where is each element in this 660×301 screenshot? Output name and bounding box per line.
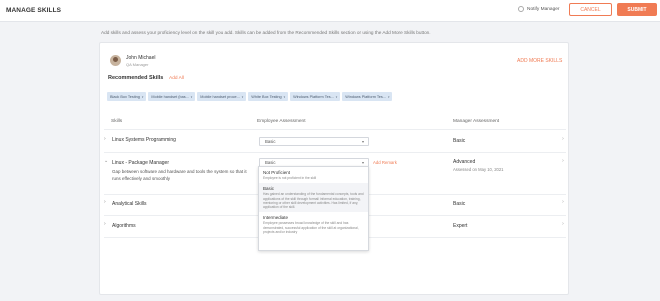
employee-level-dropdown: Not Proficient Employee is not proficien… [258,166,369,251]
chevron-right-icon[interactable]: › [562,136,564,142]
manager-level: Basic [453,201,466,207]
option-description: Has gained an understanding of the funda… [263,192,364,210]
caret-down-icon: ▾ [361,160,364,165]
skill-chip[interactable]: Mobile handset proce... ▾ [197,92,247,101]
skill-chip[interactable]: Mobile handset (bas... ▾ [148,92,196,101]
skill-chip[interactable]: White Box Testing ▾ [248,92,289,101]
option-title: Basic [263,186,275,192]
avatar [110,55,121,66]
option-description: Employee is not proficient in the skill [263,176,317,180]
recommended-skills-title: Recommended Skills [108,75,164,81]
employee-name: John Michael [126,55,156,61]
employee-role: QA Manager [126,62,149,67]
chevron-right-icon[interactable]: › [562,221,564,227]
chevron-down-icon[interactable]: ⌄ [104,158,108,164]
chevron-down-icon: ▾ [190,94,193,99]
notify-manager-toggle[interactable]: Notify Manager [518,6,560,12]
chevron-right-icon[interactable]: › [104,136,106,142]
option-description: Employee possesses broad knowledge of th… [263,221,359,235]
skill-name: Linux - Package Manager [112,160,169,166]
submit-button[interactable]: SUBMIT [617,3,657,16]
notify-checkbox[interactable] [518,6,524,12]
top-bar: MANAGE SKILLS Notify Manager CANCEL SUBM… [0,0,660,22]
chevron-right-icon[interactable]: › [562,158,564,164]
skill-name: Algorithms [112,223,136,229]
add-more-skills-button[interactable]: ADD MORE SKILLS [517,58,562,64]
recommended-chips: Black Box Testing ▾ Mobile handset (bas..… [107,92,393,101]
manager-level: Expert [453,223,468,229]
employee-assessment-header: Employee Assessment [257,119,306,124]
skill-chip[interactable]: Windows Platform Tes... ▾ [290,92,341,101]
manager-assessment-header: Manager Assessment [453,119,500,124]
skills-column-header: Skills [111,119,123,124]
chevron-down-icon: ▾ [387,94,390,99]
option-title: Not Proficient [263,170,291,175]
chevron-down-icon: ▾ [283,94,286,99]
chevron-down-icon: ▾ [141,94,144,99]
option-title: Intermediate [263,215,289,221]
manager-assessed-date: Assessed on May 10, 2021 [453,167,504,172]
skill-name: Analytical Skills [112,201,147,207]
dropdown-option[interactable]: Intermediate Employee possesses broad kn… [259,212,368,237]
caret-down-icon: ▾ [361,139,364,144]
cancel-button[interactable]: CANCEL [569,3,612,16]
intro-text: Add skills and assess your proficiency l… [101,30,431,35]
skill-description: Gap between software and hardware and to… [112,169,247,181]
chevron-right-icon[interactable]: › [562,199,564,205]
manager-level: Advanced [453,159,476,165]
skill-chip[interactable]: Black Box Testing ▾ [107,92,147,101]
dropdown-option[interactable]: Basic Has gained an understanding of the… [259,183,368,213]
dropdown-option[interactable]: Not Proficient Employee is not proficien… [259,167,368,183]
skill-name: Linux Systems Programming [112,137,176,143]
row-divider [104,152,566,153]
add-remark-link[interactable]: Add Remark [373,160,397,165]
page-title: MANAGE SKILLS [6,7,62,14]
skill-chip[interactable]: Windows Platform Tes... ▾ [342,92,393,101]
add-all-link[interactable]: Add All [169,76,184,81]
row-divider [104,129,566,130]
manager-level: Basic [453,138,466,144]
chevron-down-icon: ▾ [335,94,338,99]
chevron-down-icon: ▾ [241,94,244,99]
chevron-right-icon[interactable]: › [104,199,106,205]
chevron-right-icon[interactable]: › [104,221,106,227]
employee-level-select[interactable]: Basic ▾ [259,137,369,146]
notify-label: Notify Manager [527,6,560,12]
